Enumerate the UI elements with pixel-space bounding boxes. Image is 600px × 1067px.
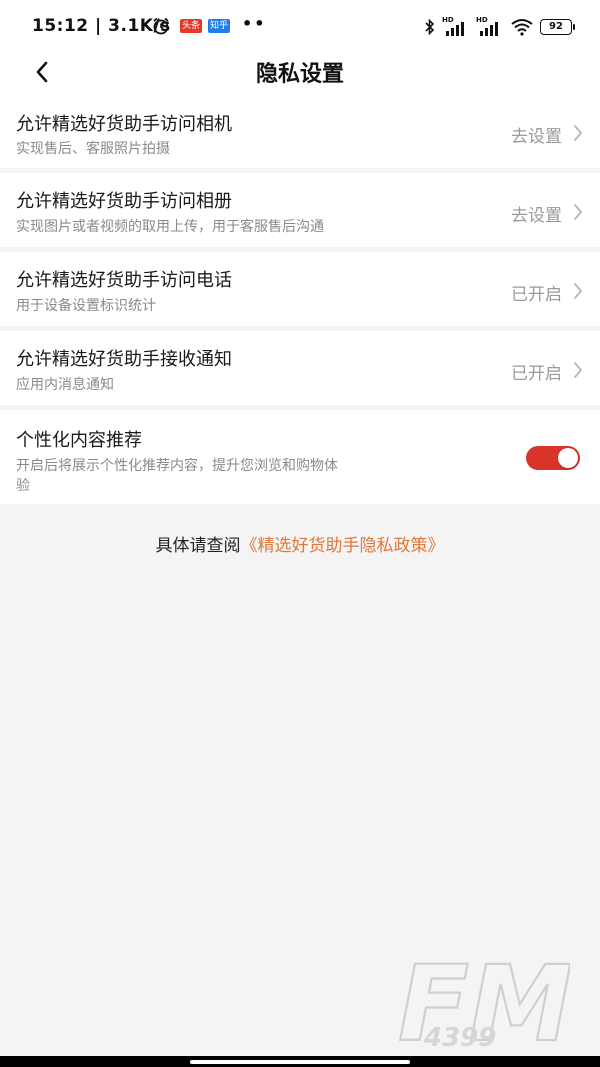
toutiao-app-icon: 头条	[180, 19, 203, 33]
signal-icon-1: HD	[442, 16, 470, 36]
nav-bar: 隐私设置	[0, 52, 600, 102]
row-title: 允许精选好货助手访问相机	[16, 114, 232, 135]
alarm-icon	[153, 17, 169, 35]
wifi-icon	[511, 19, 533, 36]
signal-icon-2: HD	[476, 16, 504, 36]
toggle-knob	[558, 448, 578, 468]
status-time: 15:12 | 3.1K/s	[32, 16, 171, 36]
setting-row-camera[interactable]: 允许精选好货助手访问相机 实现售后、客服照片拍摄 去设置	[0, 102, 600, 168]
battery-icon: 92	[540, 19, 575, 35]
row-title: 允许精选好货助手访问电话	[16, 270, 232, 291]
row-subtitle: 实现售后、客服照片拍摄	[16, 141, 170, 157]
more-notifications-icon: ••	[242, 14, 267, 33]
page-title: 隐私设置	[255, 62, 344, 87]
fm4399-watermark-logo: FM 4399	[397, 956, 570, 1052]
row-subtitle: 用于设备设置标识统计	[16, 298, 156, 314]
row-subtitle: 应用内消息通知	[16, 377, 114, 393]
status-right: HD HD 92	[424, 16, 575, 38]
policy-prefix: 具体请查阅	[155, 536, 241, 556]
setting-row-phone[interactable]: 允许精选好货助手访问电话 用于设备设置标识统计 已开启	[0, 252, 600, 326]
setting-row-album[interactable]: 允许精选好货助手访问相册 实现图片或者视频的取用上传，用于客服售后沟通 去设置	[0, 173, 600, 247]
chevron-right-icon	[574, 125, 582, 141]
home-indicator	[0, 1056, 600, 1067]
row-action-label: 已开启	[511, 285, 562, 305]
home-bar[interactable]	[190, 1060, 410, 1064]
policy-note: 具体请查阅《精选好货助手隐私政策》	[0, 531, 600, 556]
row-title: 个性化内容推荐	[16, 430, 142, 451]
zhihu-app-icon: 知乎	[208, 19, 231, 33]
watermark-number: 4399	[423, 1023, 496, 1052]
row-action-label: 去设置	[511, 127, 562, 147]
bluetooth-icon	[425, 18, 435, 36]
setting-row-personalization: 个性化内容推荐 开启后将展示个性化推荐内容，提升您浏览和购物体 验	[0, 410, 600, 504]
row-subtitle-line2: 验	[16, 478, 30, 494]
chevron-right-icon	[574, 283, 582, 299]
chevron-right-icon	[574, 204, 582, 220]
row-title: 允许精选好货助手接收通知	[16, 349, 232, 370]
chevron-right-icon	[574, 362, 582, 378]
row-action-label: 去设置	[511, 206, 562, 226]
row-title: 允许精选好货助手访问相册	[16, 191, 232, 212]
row-subtitle-line1: 开启后将展示个性化推荐内容，提升您浏览和购物体	[16, 458, 338, 474]
privacy-policy-link[interactable]: 《精选好货助手隐私政策》	[241, 536, 445, 556]
row-subtitle: 实现图片或者视频的取用上传，用于客服售后沟通	[16, 219, 324, 235]
status-bar: 15:12 | 3.1K/s 头条 知乎 •• HD HD 92	[0, 0, 600, 52]
row-action-label: 已开启	[511, 364, 562, 384]
personalization-toggle[interactable]	[526, 446, 580, 470]
setting-row-notification[interactable]: 允许精选好货助手接收通知 应用内消息通知 已开启	[0, 331, 600, 405]
